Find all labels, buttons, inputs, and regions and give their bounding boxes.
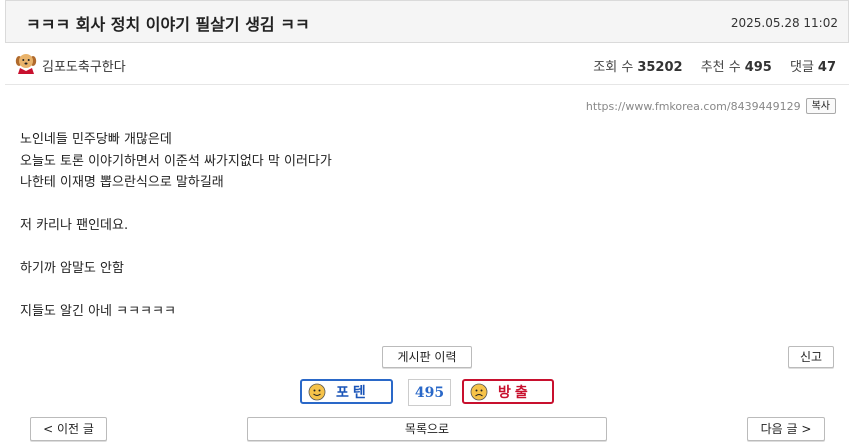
content-line: 오늘도 토론 이야기하면서 이준석 싸가지없다 막 이러다가 xyxy=(20,153,332,169)
content-line: 하기까 암말도 안함 xyxy=(20,261,124,276)
thumbs-up-face-icon xyxy=(308,383,326,400)
board-history-button[interactable]: 게시판 이력 xyxy=(382,346,472,368)
previous-post-button[interactable]: < 이전 글 xyxy=(30,417,107,441)
views-label: 조회 수 xyxy=(593,60,634,75)
downvote-label: 방출 xyxy=(498,384,532,401)
post-content: 노인네들 민주당빠 개많은데 오늘도 토론 이야기하면서 이준석 싸가지없다 막… xyxy=(20,129,332,323)
likes-count: 495 xyxy=(744,60,772,75)
content-line xyxy=(20,194,332,216)
thumbs-down-face-icon xyxy=(470,383,488,400)
upvote-label: 포텐 xyxy=(336,384,370,401)
comments-label: 댓글 xyxy=(789,60,814,75)
content-line: 저 카리나 팬인데요. xyxy=(20,218,129,233)
back-to-list-button[interactable]: 목록으로 xyxy=(247,417,607,441)
likes-label: 추천 수 xyxy=(700,60,741,75)
upvote-button[interactable]: 포텐 xyxy=(300,379,393,404)
author-row: 김포도축구한다 조회 수 35202 추천 수 495 댓글 47 xyxy=(5,43,849,85)
post-header: ㅋㅋㅋ 회사 정치 이야기 필살기 생김 ㅋㅋ 2025.05.28 11:02 xyxy=(5,0,849,43)
post-url[interactable]: https://www.fmkorea.com/8439449129 xyxy=(586,100,801,113)
post-title: ㅋㅋㅋ 회사 정치 이야기 필살기 생김 ㅋㅋ xyxy=(26,15,310,34)
content-line xyxy=(20,237,332,259)
comments-count: 47 xyxy=(817,60,836,75)
views-count: 35202 xyxy=(637,60,683,75)
vote-count: 495 xyxy=(408,379,451,406)
report-button[interactable]: 신고 xyxy=(788,346,834,368)
content-line: 지들도 알긴 아네 ㅋㅋㅋㅋㅋ xyxy=(20,304,176,319)
post-stats: 조회 수 35202 추천 수 495 댓글 47 xyxy=(579,56,836,75)
dog-avatar-icon[interactable] xyxy=(15,52,37,74)
post-url-row: https://www.fmkorea.com/8439449129 복사 xyxy=(586,98,836,114)
downvote-button[interactable]: 방출 xyxy=(462,379,554,404)
next-post-button[interactable]: 다음 글 > xyxy=(747,417,825,441)
author-name[interactable]: 김포도축구한다 xyxy=(42,56,126,75)
content-line xyxy=(20,280,332,302)
content-line: 나한테 이재명 뽑으란식으로 말하길래 xyxy=(20,175,224,190)
content-line: 노인네들 민주당빠 개많은데 xyxy=(20,132,172,147)
copy-url-button[interactable]: 복사 xyxy=(805,98,836,114)
post-date: 2025.05.28 11:02 xyxy=(730,16,838,30)
